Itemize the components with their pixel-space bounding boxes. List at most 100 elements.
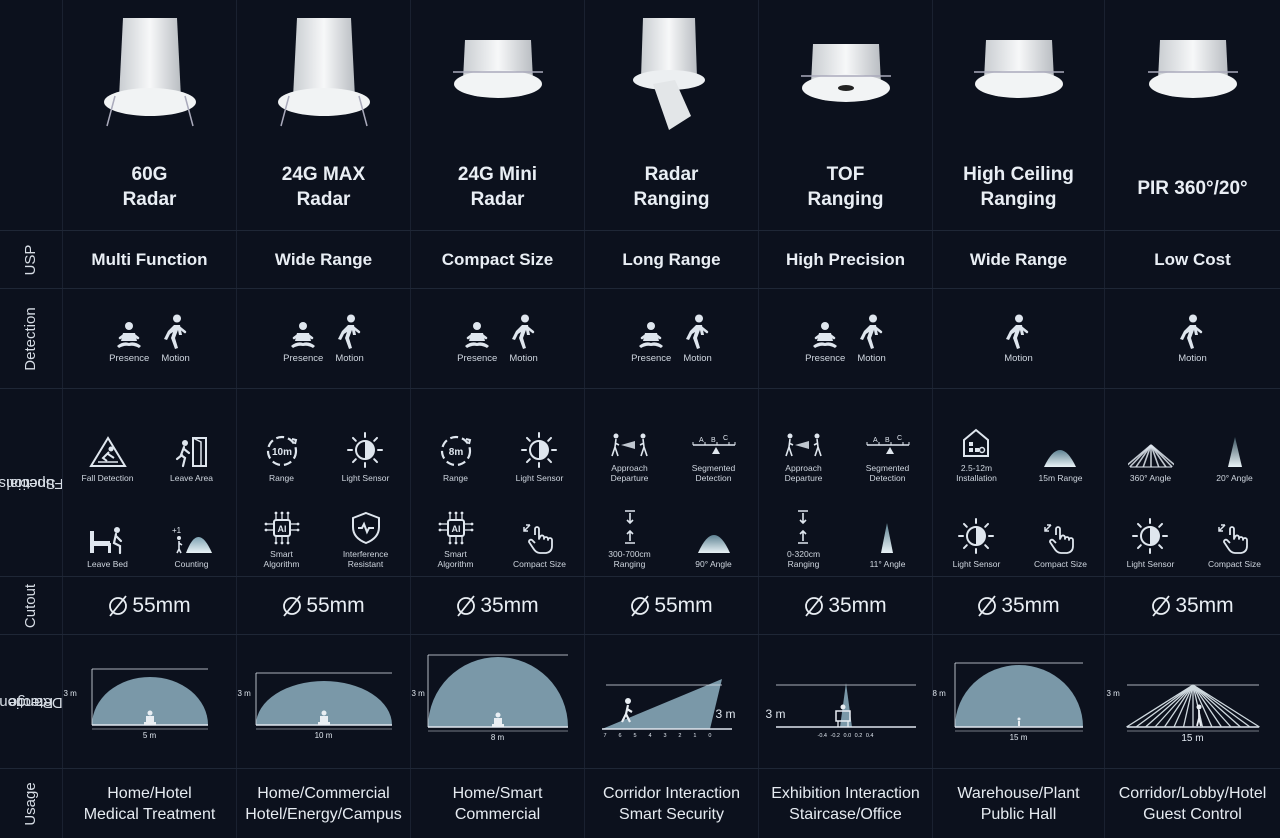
special-function-label: 20° Angle <box>1216 473 1253 483</box>
usage-line: Home/Smart <box>452 784 543 802</box>
usage-line: Home/Hotel <box>107 784 192 802</box>
row-label-line: Functions <box>0 474 64 492</box>
special-function-label-line: Light Sensor <box>1126 558 1175 569</box>
360-angle-icon <box>1127 443 1174 468</box>
cutout-value: 35mm <box>1175 593 1234 617</box>
product-name-line: 24G Mini <box>457 164 538 185</box>
cell-usp: Compact Size <box>410 231 584 288</box>
special-function-label-line: Installation <box>956 472 997 483</box>
range-width-label: 5 m <box>142 730 157 740</box>
special-function-label-line: 15m Range <box>1038 472 1083 483</box>
usp-value: Wide Range <box>969 249 1068 269</box>
special-function-label-line: Smart <box>270 548 293 559</box>
cell-range: 3 m 7 6 5 4 3 2 1 0 <box>584 635 758 768</box>
range-tick-labels: -0.4 -0.2 0.0 0.2 0.4 <box>818 733 874 739</box>
diameter-icon <box>978 594 997 617</box>
range-width-label: 8 m <box>490 732 505 742</box>
row-label: Detection <box>22 306 39 371</box>
range-icon: 10m <box>266 435 297 466</box>
cell-usage: Home/Smart Commercial <box>410 769 584 838</box>
special-function-label: Light Sensor <box>516 473 564 483</box>
range-diagram-svg <box>1125 683 1260 731</box>
segmented-detection-icon: ABC <box>692 435 735 454</box>
special-function: Light Sensor <box>516 403 564 483</box>
usage-value: Warehouse/Plant Public Hall <box>957 783 1079 825</box>
product-name: TOF Ranging <box>759 162 932 212</box>
special-function-label-line: Departure <box>784 472 823 483</box>
detection-mode: Presence <box>631 320 671 364</box>
row-label-cell: Cutout <box>0 577 62 634</box>
leave-bed-icon <box>89 526 122 554</box>
range-width-label: 10 m <box>314 730 333 740</box>
light-sensor-icon <box>1132 517 1169 554</box>
usage-line: Corridor Interaction <box>603 784 740 802</box>
diameter-icon <box>631 594 650 617</box>
motion-icon <box>163 314 186 349</box>
cell-range: 3 m 8 m <box>410 635 584 768</box>
range-width-label: 15 m <box>1181 732 1204 744</box>
special-function-label-line: Light Sensor <box>515 472 564 483</box>
presence-icon <box>291 321 316 348</box>
cell-cutout: 35mm <box>410 577 584 634</box>
special-function: 360° Angle <box>1127 403 1174 483</box>
usage-line: Hotel/Energy/Campus <box>245 805 402 823</box>
range-tick: 0.0 <box>843 732 852 739</box>
cell-range: 3 m 10 m <box>236 635 410 768</box>
range-height-label: 3 m <box>411 688 425 698</box>
detection-mode-label: Presence <box>805 352 846 364</box>
detection-mode-label: Motion <box>1178 352 1207 364</box>
special-function-label-line: Segmented <box>865 462 910 473</box>
special-function: 0-320cm Ranging <box>787 489 820 569</box>
product-name: 24G MAX Radar <box>237 162 410 212</box>
cell-usp: Wide Range <box>932 231 1104 288</box>
product-image <box>103 18 196 127</box>
approach-departure-icon <box>784 433 822 456</box>
special-function-label: Light Sensor <box>953 559 1001 569</box>
detection-mode: Presence <box>283 320 323 364</box>
product-name: Radar Ranging <box>585 162 758 212</box>
svg-text:B: B <box>885 437 890 444</box>
product-name: PIR 360°/20° <box>1105 176 1280 201</box>
cell-usp: High Precision <box>758 231 932 288</box>
svg-text:A: A <box>699 437 704 444</box>
range-icon: 8m <box>440 435 471 466</box>
special-function: Approach Departure <box>609 403 651 483</box>
cell-detection: Presence Motion <box>758 289 932 388</box>
svg-text:C: C <box>897 435 902 442</box>
cell-name: High Ceiling Ranging <box>932 0 1104 230</box>
cell-name: 24G Mini Radar <box>410 0 584 230</box>
svg-text:8m: 8m <box>448 447 463 458</box>
cell-range: 8 m 15 m <box>932 635 1104 768</box>
smart-algorithm-icon: AI <box>438 511 473 544</box>
special-function-label: Counting <box>174 559 208 569</box>
cell-cutout: 55mm <box>584 577 758 634</box>
svg-text:AI: AI <box>277 524 286 534</box>
motion-icon <box>1180 314 1203 349</box>
special-function-label-line: 11° Angle <box>869 558 906 569</box>
special-function-label-line: Segmented <box>691 462 736 473</box>
comparison-table: 60G Radar 24G MAX Radar 24G Mini Radar Radar Ra… <box>0 0 1280 838</box>
special-functions: 360° Angle 20° Angle Light Sensor Compact S… <box>1109 397 1277 569</box>
cell-usp: Long Range <box>584 231 758 288</box>
detection-range-diagram: 3 m 5 m <box>64 645 230 759</box>
product-name-line: PIR 360°/20° <box>1137 178 1248 199</box>
special-function: AI Smart Algorithm <box>263 489 301 569</box>
usage-value: Corridor Interaction Smart Security <box>603 783 740 825</box>
row-range: Detection Range 3 m5 m3 m 10 m3 m8 m3 m7654… <box>0 634 1280 768</box>
detection-mode: Motion <box>335 314 364 364</box>
cell-detection: Presence Motion <box>410 289 584 388</box>
range-tick: 0 <box>708 732 712 739</box>
detection-range-diagram: 3 m 15 m <box>1107 645 1273 759</box>
special-function: 20° Angle <box>1216 403 1253 483</box>
special-function-label-line: Light Sensor <box>341 472 390 483</box>
range-tick: -0.4 <box>817 732 827 739</box>
detection-mode: Motion <box>683 314 712 364</box>
special-function-label: 11° Angle <box>870 559 906 569</box>
detection-modes: Motion <box>1004 314 1033 364</box>
15m-range-icon <box>1044 449 1077 467</box>
range-tick: 2 <box>678 732 682 739</box>
detection-mode: Motion <box>1004 314 1033 364</box>
detection-mode-label: Motion <box>1004 352 1033 364</box>
range-tick: 5 <box>633 732 637 739</box>
detection-range-diagram: 8 m 15 m <box>933 645 1099 759</box>
